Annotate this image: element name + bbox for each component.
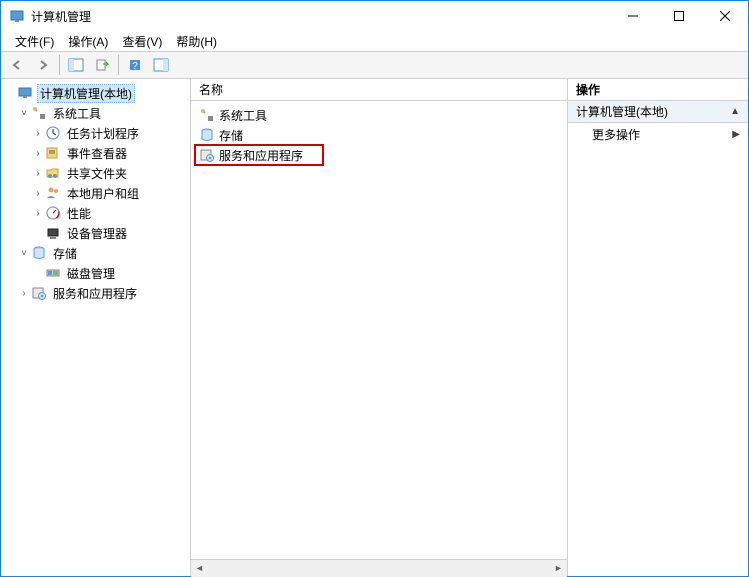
expand-icon[interactable]: ›: [31, 128, 45, 139]
forward-button[interactable]: [31, 54, 55, 76]
users-icon: [45, 185, 61, 201]
menu-action[interactable]: 操作(A): [62, 31, 114, 52]
tree-label: 任务计划程序: [65, 125, 141, 142]
body: 计算机管理(本地) ˅ 系统工具 › 任务计划程序 › 事件查看器 › 共享文件: [1, 79, 748, 576]
expand-icon[interactable]: ˅: [17, 248, 31, 259]
tree-label: 性能: [65, 205, 93, 222]
tree-system-tools[interactable]: ˅ 系统工具: [3, 103, 188, 123]
actions-item-label: 更多操作: [592, 126, 732, 143]
list-pane: 名称 系统工具 存储 服务和应用程序 ◄ ►: [191, 79, 568, 576]
event-log-icon: [45, 145, 61, 161]
services-icon: [199, 147, 215, 163]
window-buttons: [610, 1, 748, 31]
toolbar-separator: [59, 55, 60, 75]
actions-section-label: 计算机管理(本地): [576, 103, 730, 120]
menubar: 文件(F) 操作(A) 查看(V) 帮助(H): [1, 31, 748, 51]
expand-icon[interactable]: ›: [31, 168, 45, 179]
collapse-icon: ▲: [730, 106, 740, 117]
menu-help[interactable]: 帮助(H): [170, 31, 223, 52]
tree-label: 服务和应用程序: [51, 285, 139, 302]
list-item-services-apps[interactable]: 服务和应用程序: [195, 145, 323, 165]
device-icon: [45, 225, 61, 241]
toolbar-separator: [118, 55, 119, 75]
scroll-right-button[interactable]: ►: [550, 560, 567, 577]
tree-services-apps[interactable]: › 服务和应用程序: [3, 283, 188, 303]
tree-performance[interactable]: › 性能: [3, 203, 188, 223]
list-body: 系统工具 存储 服务和应用程序: [191, 101, 567, 559]
help-button[interactable]: ?: [123, 54, 147, 76]
horizontal-scrollbar[interactable]: ◄ ►: [191, 559, 567, 576]
actions-more[interactable]: 更多操作 ▶: [568, 123, 748, 145]
show-hide-tree-button[interactable]: [64, 54, 88, 76]
tree-label: 磁盘管理: [65, 265, 117, 282]
menu-view[interactable]: 查看(V): [116, 31, 168, 52]
tree-label: 事件查看器: [65, 145, 129, 162]
expand-icon[interactable]: ›: [31, 208, 45, 219]
show-hide-action-button[interactable]: [149, 54, 173, 76]
actions-pane: 操作 计算机管理(本地) ▲ 更多操作 ▶: [568, 79, 748, 576]
services-icon: [31, 285, 47, 301]
tree-label: 本地用户和组: [65, 185, 141, 202]
tree-task-scheduler[interactable]: › 任务计划程序: [3, 123, 188, 143]
list-item-label: 存储: [219, 127, 243, 144]
scroll-left-button[interactable]: ◄: [191, 560, 208, 577]
list-item-label: 服务和应用程序: [219, 147, 303, 164]
svg-text:?: ?: [132, 61, 138, 72]
tree-shared-folders[interactable]: › 共享文件夹: [3, 163, 188, 183]
tree-pane: 计算机管理(本地) ˅ 系统工具 › 任务计划程序 › 事件查看器 › 共享文件: [1, 79, 191, 576]
tree-device-manager[interactable]: 设备管理器: [3, 223, 188, 243]
toolbar: ?: [1, 51, 748, 79]
titlebar: 计算机管理: [1, 1, 748, 31]
expand-icon[interactable]: ˅: [17, 108, 31, 119]
expand-icon[interactable]: ›: [31, 188, 45, 199]
menu-file[interactable]: 文件(F): [9, 31, 60, 52]
tree-disk-management[interactable]: 磁盘管理: [3, 263, 188, 283]
tree-local-users[interactable]: › 本地用户和组: [3, 183, 188, 203]
window-root: 计算机管理 文件(F) 操作(A) 查看(V) 帮助(H) ? 计算机管理(本地: [0, 0, 749, 577]
list-item-storage[interactable]: 存储: [195, 125, 563, 145]
tree-label: 计算机管理(本地): [37, 84, 135, 103]
close-button[interactable]: [702, 1, 748, 31]
tree-storage[interactable]: ˅ 存储: [3, 243, 188, 263]
expand-icon[interactable]: ›: [31, 148, 45, 159]
clock-icon: [45, 125, 61, 141]
storage-icon: [199, 127, 215, 143]
performance-icon: [45, 205, 61, 221]
submenu-icon: ▶: [732, 129, 740, 140]
tree-label: 存储: [51, 245, 79, 262]
tree-label: 系统工具: [51, 105, 103, 122]
computer-icon: [17, 85, 33, 101]
tree-event-viewer[interactable]: › 事件查看器: [3, 143, 188, 163]
shared-folder-icon: [45, 165, 61, 181]
minimize-button[interactable]: [610, 1, 656, 31]
list-item-system-tools[interactable]: 系统工具: [195, 105, 563, 125]
storage-icon: [31, 245, 47, 261]
tools-icon: [31, 105, 47, 121]
list-header: 名称: [191, 79, 567, 101]
actions-title: 操作: [568, 79, 748, 101]
tree-label: 共享文件夹: [65, 165, 129, 182]
scroll-track[interactable]: [208, 560, 550, 577]
actions-section-header[interactable]: 计算机管理(本地) ▲: [568, 101, 748, 123]
export-button[interactable]: [90, 54, 114, 76]
expand-icon[interactable]: ›: [17, 288, 31, 299]
tree-label: 设备管理器: [65, 225, 129, 242]
column-header-name[interactable]: 名称: [199, 81, 223, 98]
list-item-label: 系统工具: [219, 107, 267, 124]
window-title: 计算机管理: [31, 8, 610, 25]
tree-root[interactable]: 计算机管理(本地): [3, 83, 188, 103]
app-icon: [9, 8, 25, 24]
back-button[interactable]: [5, 54, 29, 76]
tools-icon: [199, 107, 215, 123]
maximize-button[interactable]: [656, 1, 702, 31]
disk-icon: [45, 265, 61, 281]
